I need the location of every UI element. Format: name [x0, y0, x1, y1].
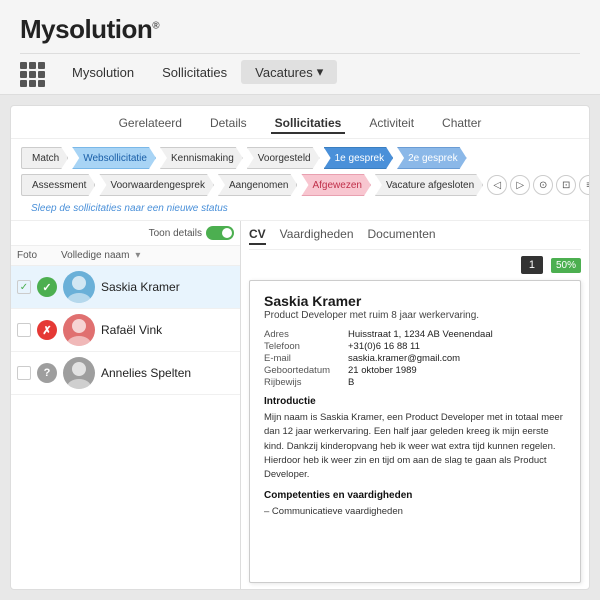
- avatar-rafael: [63, 314, 95, 346]
- detail-tabs: CV Vaardigheden Documenten: [249, 227, 581, 250]
- checkbox-annelies[interactable]: [17, 366, 31, 380]
- stage-voorgesteld[interactable]: Voorgesteld: [247, 147, 320, 169]
- nav-next-icon[interactable]: ▷: [510, 175, 530, 195]
- chevron-down-icon: ▾: [317, 64, 324, 80]
- cv-geb-label: Geboortedatum: [264, 365, 344, 376]
- detail-tab-cv[interactable]: CV: [249, 227, 266, 245]
- logo-text: Mysolution: [20, 14, 152, 44]
- cv-rijbewijs-value: B: [348, 377, 566, 388]
- logo-sup: ®: [152, 20, 159, 31]
- list-view-icon[interactable]: ≡: [579, 175, 590, 195]
- tab-activiteit[interactable]: Activiteit: [365, 114, 418, 134]
- tab-sollicitaties[interactable]: Sollicitaties: [271, 114, 346, 134]
- tab-gerelateerd[interactable]: Gerelateerd: [115, 114, 186, 134]
- detail-panel: CV Vaardigheden Documenten 1 50% Saskia …: [241, 221, 589, 589]
- cv-adres-label: Adres: [264, 329, 344, 340]
- nav-vacatures[interactable]: Vacatures ▾: [241, 60, 337, 84]
- tabs-row: Gerelateerd Details Sollicitaties Activi…: [11, 106, 589, 139]
- checkbox-rafael[interactable]: [17, 323, 31, 337]
- nav-mysolution[interactable]: Mysolution: [58, 61, 148, 84]
- cv-candidate-title: Product Developer met ruim 8 jaar werker…: [264, 310, 566, 321]
- nav-bar: Mysolution Sollicitaties Vacatures ▾: [20, 53, 580, 84]
- cv-rijbewijs-label: Rijbewijs: [264, 377, 344, 388]
- candidate-name-rafael: Rafaël Vink: [101, 323, 162, 337]
- status-annelies: ?: [37, 363, 57, 383]
- cv-telefoon-label: Telefoon: [264, 341, 344, 352]
- cv-competenties-text: – Communicatieve vaardigheden: [264, 505, 566, 519]
- list-item[interactable]: ✓ ✓ Saskia Kramer: [11, 266, 240, 309]
- stage-kennismaking[interactable]: Kennismaking: [160, 147, 243, 169]
- status-saskia: ✓: [37, 277, 57, 297]
- naam-col-sort-icon[interactable]: ▾: [135, 250, 140, 261]
- stage-voorwaardengesprek[interactable]: Voorwaardengesprek: [99, 174, 214, 196]
- tab-details[interactable]: Details: [206, 114, 251, 134]
- checkbox-saskia[interactable]: ✓: [17, 280, 31, 294]
- cv-email-value: saskia.kramer@gmail.com: [348, 353, 566, 364]
- cv-introductie-title: Introductie: [264, 396, 566, 407]
- pipeline-row-2: Assessment Voorwaardengesprek Aangenomen…: [21, 174, 579, 196]
- stage-websollicitatie[interactable]: Websollicitatie: [72, 147, 156, 169]
- foto-col-header: Foto: [17, 250, 37, 261]
- details-toggle-switch[interactable]: [206, 226, 234, 240]
- page-number: 1: [521, 256, 543, 274]
- list-panel: Toon details Foto Volledige naam ▾ ✓ ✓: [11, 221, 241, 589]
- status-rafael: ✗: [37, 320, 57, 340]
- cv-document: Saskia Kramer Product Developer met ruim…: [249, 280, 581, 583]
- nav-prev-icon[interactable]: ◁: [487, 175, 507, 195]
- avatar-annelies: [63, 357, 95, 389]
- stage-vacature-afgesloten[interactable]: Vacature afgesloten: [375, 174, 483, 196]
- stage-match[interactable]: Match: [21, 147, 68, 169]
- list-item[interactable]: ? Annelies Spelten: [11, 352, 240, 395]
- cv-introductie-text: Mijn naam is Saskia Kramer, een Product …: [264, 411, 566, 482]
- zoom-level: 50%: [551, 258, 581, 273]
- grid-icon[interactable]: [20, 62, 48, 82]
- detail-tab-documenten[interactable]: Documenten: [368, 227, 436, 245]
- stage-aangenomen[interactable]: Aangenomen: [218, 174, 298, 196]
- naam-col-header: Volledige naam: [61, 250, 129, 261]
- cv-telefoon-value: +31(0)6 16 88 11: [348, 341, 566, 352]
- cv-adres-value: Huisstraat 1, 1234 AB Veenendaal: [348, 329, 566, 340]
- logo: Mysolution®: [20, 14, 580, 45]
- list-section: Toon details Foto Volledige naam ▾ ✓ ✓: [11, 220, 589, 589]
- pipeline-row-1: Match Websollicitatie Kennismaking Voorg…: [21, 147, 579, 169]
- toon-details-label: Toon details: [149, 228, 202, 239]
- tab-chatter[interactable]: Chatter: [438, 114, 485, 134]
- stage-1e-gesprek[interactable]: 1e gesprek: [324, 147, 393, 169]
- main-card: Gerelateerd Details Sollicitaties Activi…: [10, 105, 590, 590]
- list-toolbar: Toon details: [11, 221, 240, 246]
- candidate-name-annelies: Annelies Spelten: [101, 366, 191, 380]
- grid-view-icon[interactable]: ⊡: [556, 175, 576, 195]
- toon-details-toggle[interactable]: Toon details: [149, 226, 234, 240]
- avatar-saskia: [63, 271, 95, 303]
- detail-tab-vaardigheden[interactable]: Vaardigheden: [280, 227, 354, 245]
- cv-info-grid: Adres Huisstraat 1, 1234 AB Veenendaal T…: [264, 329, 566, 388]
- stage-afgewezen[interactable]: Afgewezen: [301, 174, 370, 196]
- column-headers: Foto Volledige naam ▾: [11, 246, 240, 266]
- cv-competenties-title: Competenties en vaardigheden: [264, 490, 566, 501]
- cv-candidate-name: Saskia Kramer: [264, 293, 566, 309]
- candidate-name-saskia: Saskia Kramer: [101, 280, 180, 294]
- pipeline: Match Websollicitatie Kennismaking Voorg…: [11, 139, 589, 220]
- view-icon[interactable]: ⊙: [533, 175, 553, 195]
- cv-controls: 1 50%: [249, 256, 581, 274]
- nav-sollicitaties[interactable]: Sollicitaties: [148, 61, 241, 84]
- stage-assessment[interactable]: Assessment: [21, 174, 95, 196]
- cv-geb-value: 21 oktober 1989: [348, 365, 566, 376]
- drag-hint: Sleep de sollicitaties naar een nieuwe s…: [21, 201, 579, 216]
- list-item[interactable]: ✗ Rafaël Vink: [11, 309, 240, 352]
- stage-2e-gesprek[interactable]: 2e gesprek: [397, 147, 466, 169]
- cv-email-label: E-mail: [264, 353, 344, 364]
